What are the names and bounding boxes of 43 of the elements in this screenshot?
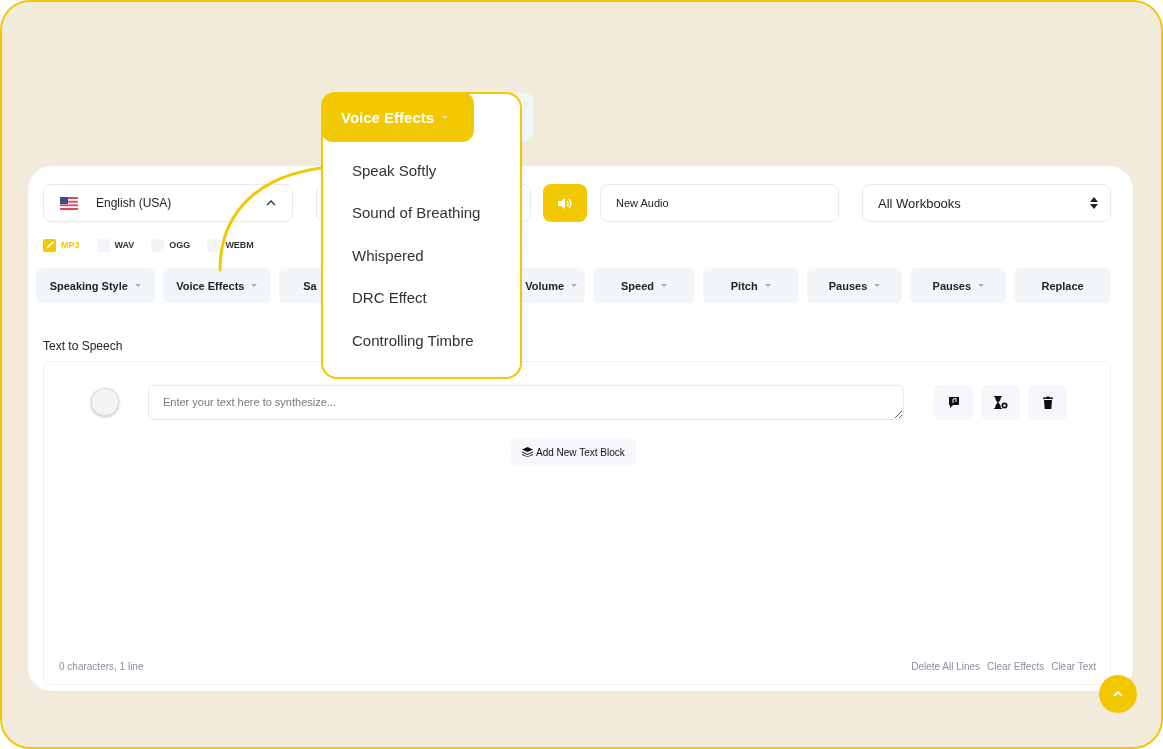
toolbar-tab[interactable]: Pauses <box>806 268 903 303</box>
caret-icon <box>764 284 771 287</box>
chat-music-icon <box>947 396 960 409</box>
check-icon <box>44 240 55 250</box>
menu-item[interactable]: Sound of Breathing <box>352 198 520 227</box>
format-checkbox[interactable]: OGG <box>151 238 191 252</box>
toolbar-tab[interactable]: Speed <box>593 268 695 303</box>
format-checkbox[interactable]: WAV <box>96 238 135 252</box>
caret-icon <box>660 284 667 287</box>
toolbar-tab[interactable]: Pauses <box>910 268 1007 303</box>
workbook-select[interactable]: All Workbooks <box>862 184 1111 222</box>
chat-music-button[interactable] <box>934 385 974 420</box>
layers-icon <box>522 447 533 457</box>
add-text-block-button[interactable]: Add New Text Block <box>511 438 636 466</box>
format-checkbox[interactable]: WEBM <box>207 238 254 252</box>
hourglass-icon <box>993 396 1009 409</box>
chevron-up-icon <box>1113 691 1123 697</box>
toolbar-tab[interactable]: Voice Effects <box>162 268 272 303</box>
caret-icon <box>978 284 985 287</box>
caret-icon <box>251 284 258 287</box>
trash-icon <box>1042 396 1053 409</box>
chevron-up-icon <box>266 200 276 206</box>
timer-button[interactable] <box>981 385 1021 420</box>
caret-icon <box>571 284 578 287</box>
delete-button[interactable] <box>1028 385 1067 420</box>
character-count: 0 characters, 1 line <box>59 661 144 672</box>
speaker-icon <box>557 196 573 210</box>
toolbar-tab[interactable]: Pitch <box>702 268 799 303</box>
sort-arrows-icon <box>1090 197 1098 209</box>
flag-icon <box>60 196 78 210</box>
menu-item[interactable]: Speak Softly <box>352 156 520 185</box>
caret-icon <box>442 115 449 119</box>
language-select[interactable]: English (USA) <box>43 184 293 222</box>
menu-item[interactable]: Controlling Timbre <box>352 326 520 355</box>
toolbar-tab[interactable]: Replace <box>1014 268 1111 303</box>
avatar-placeholder <box>91 388 119 416</box>
menu-item[interactable]: Whispered <box>352 241 520 270</box>
caret-icon <box>134 284 141 287</box>
section-label: Text to Speech <box>43 339 123 353</box>
text-input[interactable]: Enter your text here to synthesize... <box>147 385 905 420</box>
title-field[interactable]: New Audio <box>600 184 839 222</box>
caret-icon <box>874 284 881 287</box>
toolbar-tab[interactable]: Speaking Style <box>36 268 155 303</box>
